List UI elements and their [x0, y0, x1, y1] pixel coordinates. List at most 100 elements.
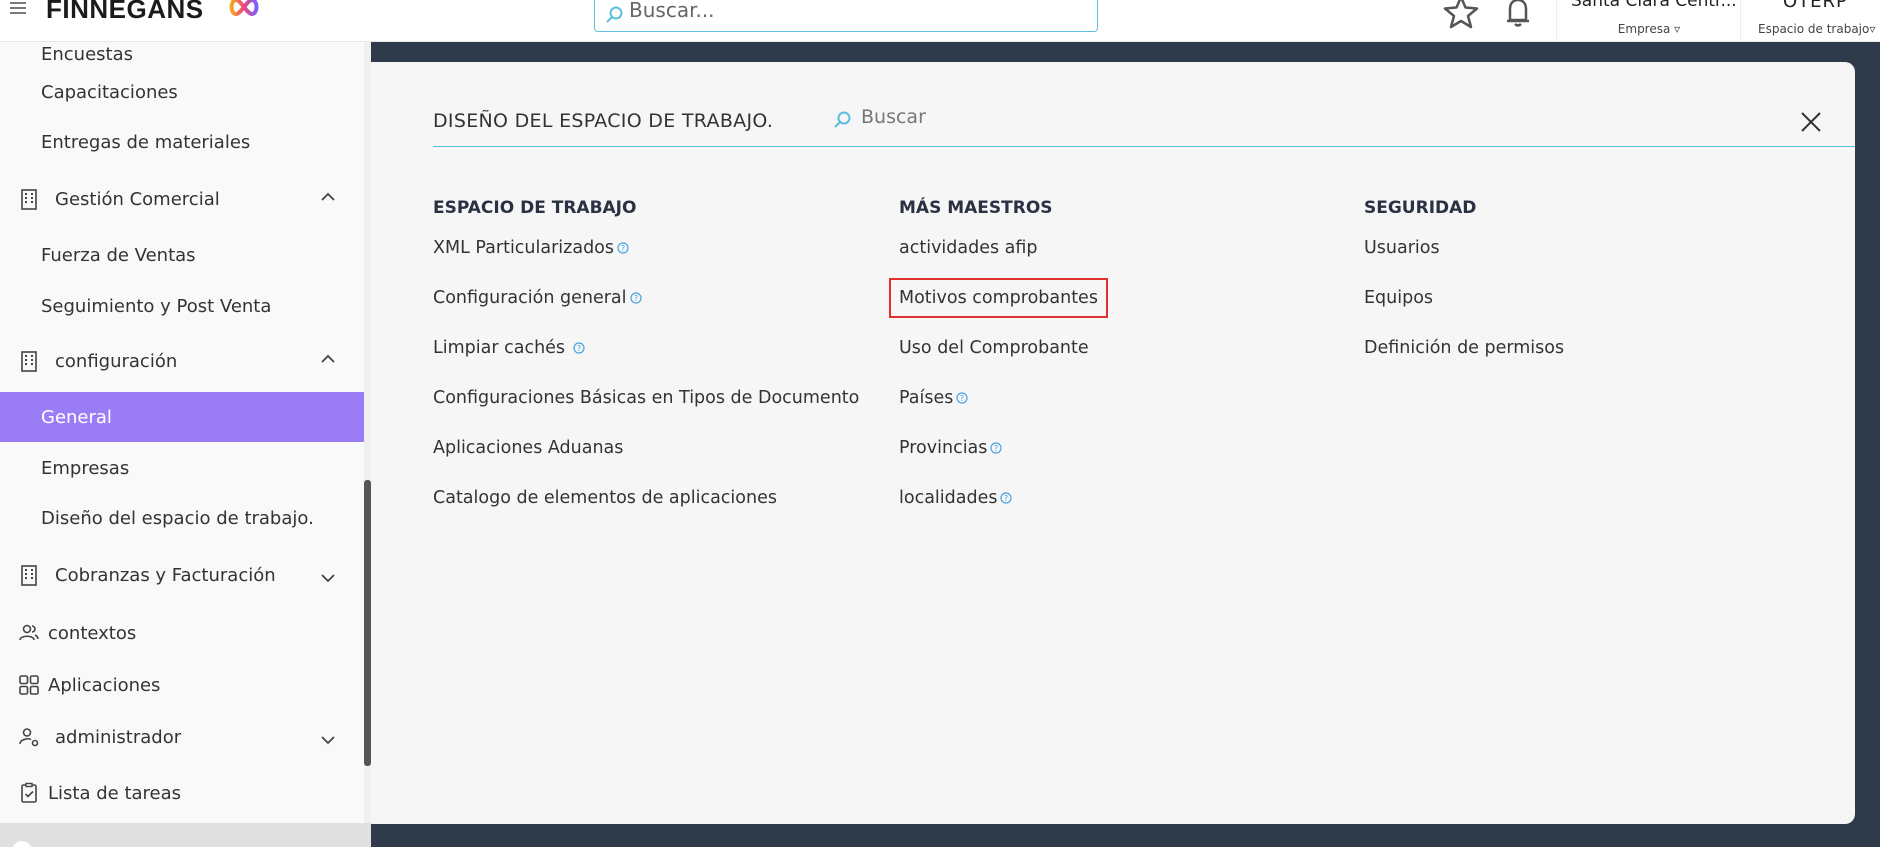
close-icon[interactable]	[1799, 110, 1823, 134]
svg-text:?: ?	[994, 444, 998, 453]
link-limpiar-caches[interactable]: Limpiar cachés?	[433, 338, 859, 388]
link-configuraciones-basicas[interactable]: Configuraciones Básicas en Tipos de Docu…	[433, 388, 859, 438]
chevron-down-icon: ▿	[1869, 22, 1876, 36]
sidebar-item-label: Encuestas	[41, 43, 134, 65]
link-catalogo-elementos[interactable]: Catalogo de elementos de aplicaciones	[433, 488, 859, 538]
sidebar-item-label: Seguimiento y Post Venta	[41, 295, 272, 317]
sidebar-item-label: Diseño del espacio de trabajo.	[41, 507, 314, 529]
chevron-up-icon[interactable]	[320, 353, 336, 365]
sidebar-group-cobranzas-facturacion[interactable]: Cobranzas y Facturación	[0, 550, 364, 600]
link-label: Configuraciones Básicas en Tipos de Docu…	[433, 388, 860, 408]
sidebar-item-lista-de-tareas[interactable]: Lista de tareas	[0, 768, 364, 818]
global-search-input[interactable]	[629, 0, 1069, 22]
sidebar-group-administrador[interactable]: administrador	[0, 712, 364, 762]
sidebar-item-diseno-espacio-trabajo[interactable]: Diseño del espacio de trabajo.	[0, 493, 364, 543]
sidebar-item-label: contextos	[48, 622, 137, 644]
help-icon[interactable]: ?	[629, 292, 642, 304]
column-heading: SEGURIDAD	[1364, 198, 1477, 218]
sidebar-item-label: Empresas	[41, 457, 130, 479]
building-icon	[21, 351, 37, 372]
workspace-label: Espacio de trabajo▿	[1758, 22, 1876, 36]
sidebar-footer	[0, 823, 371, 847]
workspace-name: OTERP	[1783, 0, 1848, 12]
user-settings-icon	[19, 728, 39, 747]
sidebar-item-entregas-de-materiales[interactable]: Entregas de materiales	[0, 117, 364, 167]
search-icon	[606, 6, 623, 23]
sidebar-item-seguimiento-post-venta[interactable]: Seguimiento y Post Venta	[0, 281, 364, 331]
brand-logo-text[interactable]: FINNEGANS	[46, 0, 204, 25]
sidebar-item-label: Capacitaciones	[41, 81, 178, 103]
link-label: XML Particularizados	[433, 238, 615, 258]
sidebar-item-capacitaciones[interactable]: Capacitaciones	[0, 67, 364, 117]
link-localidades[interactable]: localidades?	[899, 488, 1098, 538]
sidebar-scrollbar-thumb[interactable]	[364, 480, 371, 766]
link-configuracion-general[interactable]: Configuración general?	[433, 288, 859, 338]
link-label: Catalogo de elementos de aplicaciones	[433, 488, 777, 508]
sidebar-item-label: Entregas de materiales	[41, 131, 251, 153]
clipboard-check-icon	[21, 782, 37, 803]
company-name: Santa Clara Centr...	[1571, 0, 1737, 11]
link-label: Equipos	[1364, 288, 1434, 308]
global-search[interactable]	[594, 0, 1098, 32]
sidebar-item-contextos[interactable]: contextos	[0, 608, 364, 658]
link-label: Limpiar cachés	[433, 338, 566, 358]
building-icon	[21, 565, 37, 586]
column-espacio-de-trabajo: ESPACIO DE TRABAJO XML Particularizados?…	[433, 198, 859, 538]
link-equipos[interactable]: Equipos	[1364, 288, 1564, 338]
brand-logo-icon	[229, 0, 259, 17]
sidebar: Encuestas Capacitaciones Entregas de mat…	[0, 42, 371, 847]
help-icon[interactable]: ?	[617, 242, 629, 254]
link-motivos-comprobantes[interactable]: Motivos comprobantes	[889, 278, 1108, 338]
link-label: actividades afip	[899, 238, 1038, 258]
sidebar-item-label: General	[41, 406, 112, 428]
avatar[interactable]	[12, 841, 32, 847]
users-icon	[19, 624, 39, 641]
svg-text:?: ?	[633, 294, 637, 303]
workspace-selector[interactable]: OTERP Espacio de trabajo▿	[1740, 0, 1880, 42]
link-usuarios[interactable]: Usuarios	[1364, 238, 1564, 288]
link-paises[interactable]: Países?	[899, 388, 1098, 438]
sidebar-item-general[interactable]: General	[0, 392, 364, 442]
panel-divider	[433, 146, 1855, 147]
sidebar-item-label: Cobranzas y Facturación	[55, 564, 276, 586]
sidebar-group-gestion-comercial[interactable]: Gestión Comercial	[0, 174, 364, 224]
chevron-down-icon[interactable]	[320, 734, 336, 746]
building-icon	[21, 189, 37, 210]
sidebar-item-label: Aplicaciones	[48, 674, 161, 696]
link-label: Uso del Comprobante	[899, 338, 1089, 358]
chevron-up-icon[interactable]	[320, 191, 336, 203]
search-icon	[834, 111, 851, 128]
help-icon[interactable]: ?	[956, 392, 968, 404]
company-selector[interactable]: Santa Clara Centr... Empresa ▿	[1556, 0, 1740, 42]
apps-grid-icon	[19, 675, 39, 695]
sidebar-item-empresas[interactable]: Empresas	[0, 443, 364, 493]
link-uso-del-comprobante[interactable]: Uso del Comprobante	[899, 338, 1098, 388]
link-actividades-afip[interactable]: actividades afip	[899, 238, 1098, 288]
svg-text:?: ?	[577, 344, 581, 353]
link-aplicaciones-aduanas[interactable]: Aplicaciones Aduanas	[433, 438, 859, 488]
chevron-down-icon[interactable]	[320, 572, 336, 584]
svg-text:?: ?	[621, 244, 625, 253]
link-label: Países	[899, 388, 954, 408]
menu-icon[interactable]	[10, 2, 26, 16]
column-seguridad: SEGURIDAD Usuarios Equipos Definición de…	[1364, 198, 1564, 388]
svg-text:?: ?	[960, 394, 964, 403]
workspace-design-panel: DISEÑO DEL ESPACIO DE TRABAJO. ESPACIO D…	[371, 62, 1855, 824]
favorites-star-icon[interactable]	[1442, 0, 1480, 30]
sidebar-item-fuerza-de-ventas[interactable]: Fuerza de Ventas	[0, 230, 364, 280]
help-icon[interactable]: ?	[573, 342, 585, 354]
notifications-bell-icon[interactable]	[1500, 0, 1536, 30]
sidebar-item-aplicaciones[interactable]: Aplicaciones	[0, 660, 364, 710]
link-label: Usuarios	[1364, 238, 1440, 258]
help-icon[interactable]: ?	[1000, 492, 1013, 504]
top-bar: FINNEGANS Santa Clara Centr... Empresa ▿…	[0, 0, 1880, 42]
sidebar-item-label: Fuerza de Ventas	[41, 244, 196, 266]
link-provincias[interactable]: Provincias?	[899, 438, 1098, 488]
sidebar-item-label: Gestión Comercial	[55, 188, 220, 210]
link-xml-particularizados[interactable]: XML Particularizados?	[433, 238, 859, 288]
link-definicion-de-permisos[interactable]: Definición de permisos	[1364, 338, 1564, 388]
help-icon[interactable]: ?	[990, 442, 1003, 454]
link-label: Motivos comprobantes	[889, 278, 1108, 318]
sidebar-group-configuracion[interactable]: configuración	[0, 336, 364, 386]
panel-search-input[interactable]	[861, 106, 1281, 128]
